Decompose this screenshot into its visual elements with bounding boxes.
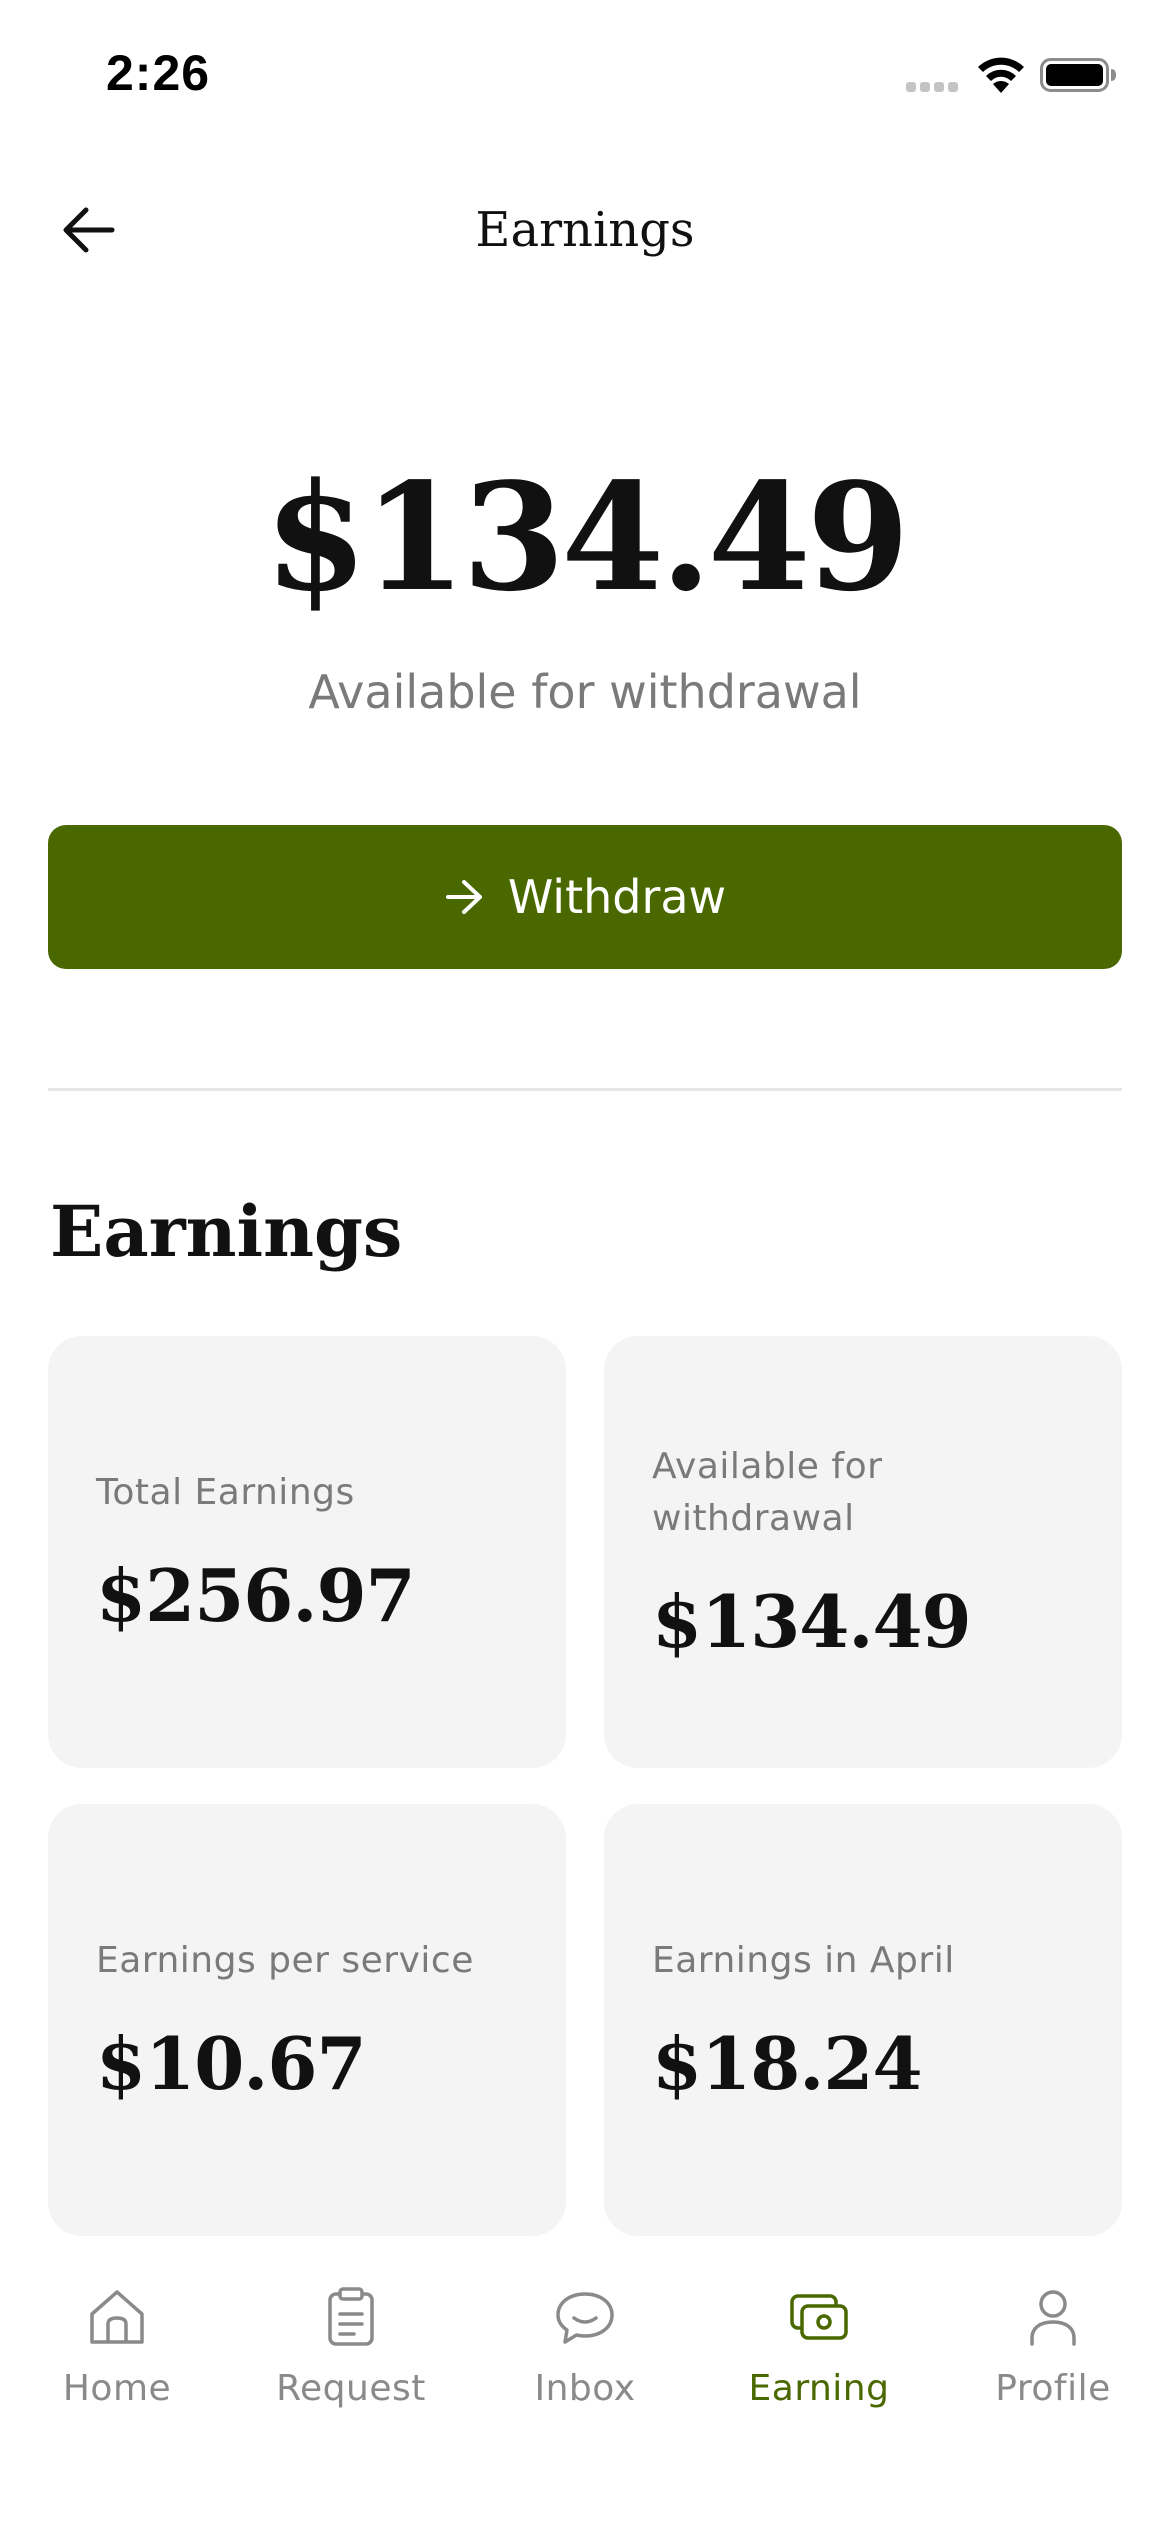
- divider: [48, 1088, 1122, 1091]
- card-value: $10.67: [96, 2020, 367, 2106]
- arrow-left-icon: [63, 207, 115, 253]
- earnings-this-month-card: Earnings in April $18.24: [604, 1804, 1122, 2236]
- wallet-icon: [790, 2294, 848, 2340]
- status-time: 2:26: [106, 45, 211, 101]
- tab-label: Home: [62, 2368, 172, 2409]
- tab-earning[interactable]: Earning: [702, 2284, 936, 2434]
- battery-icon: [1040, 58, 1116, 92]
- tab-request[interactable]: Request: [234, 2284, 468, 2434]
- tab-inbox[interactable]: Inbox: [468, 2284, 702, 2434]
- card-label: Total Earnings: [96, 1471, 355, 1513]
- card-label: Earnings in April: [652, 1939, 955, 1981]
- withdraw-button-label: Withdraw: [507, 870, 727, 924]
- status-bar: 2:26: [0, 0, 1170, 150]
- back-button[interactable]: [48, 190, 128, 270]
- tab-home[interactable]: Home: [0, 2284, 234, 2434]
- earnings-per-service-card: Earnings per service $10.67: [48, 1804, 566, 2236]
- card-value: $256.97: [96, 1552, 416, 1638]
- balance-caption: Available for withdrawal: [308, 665, 862, 719]
- card-label: Earnings per service: [96, 1939, 474, 1981]
- home-icon: [90, 2290, 144, 2344]
- earnings-screen: 2:26 Earnings $134.49 Available for with…: [0, 0, 1170, 2532]
- wifi-icon: [978, 57, 1024, 93]
- balance-amount: $134.49: [264, 450, 909, 624]
- clipboard-icon: [328, 2287, 374, 2346]
- tab-label: Request: [276, 2368, 426, 2409]
- earnings-section-title: Earnings: [50, 1190, 403, 1273]
- tab-label: Profile: [995, 2368, 1111, 2409]
- available-for-withdrawal-card: Available for withdrawal $134.49: [604, 1336, 1122, 1768]
- cellular-signal-icon: [906, 82, 958, 92]
- total-earnings-card: Total Earnings $256.97: [48, 1336, 566, 1768]
- card-value: $18.24: [652, 2020, 923, 2106]
- nav-header: Earnings: [0, 180, 1170, 280]
- tab-label: Earning: [748, 2368, 890, 2409]
- card-label: Available for withdrawal: [652, 1445, 883, 1539]
- card-value: $134.49: [652, 1578, 972, 1664]
- tab-profile[interactable]: Profile: [936, 2284, 1170, 2434]
- tab-label: Inbox: [534, 2368, 636, 2409]
- tab-bar: Home Request Inbox Earning Profile: [0, 2250, 1170, 2532]
- person-icon: [1030, 2290, 1076, 2346]
- arrow-right-icon: [445, 880, 482, 914]
- page-title: Earnings: [475, 202, 695, 258]
- withdraw-button[interactable]: Withdraw: [48, 825, 1122, 969]
- chat-bubble-icon: [556, 2292, 614, 2344]
